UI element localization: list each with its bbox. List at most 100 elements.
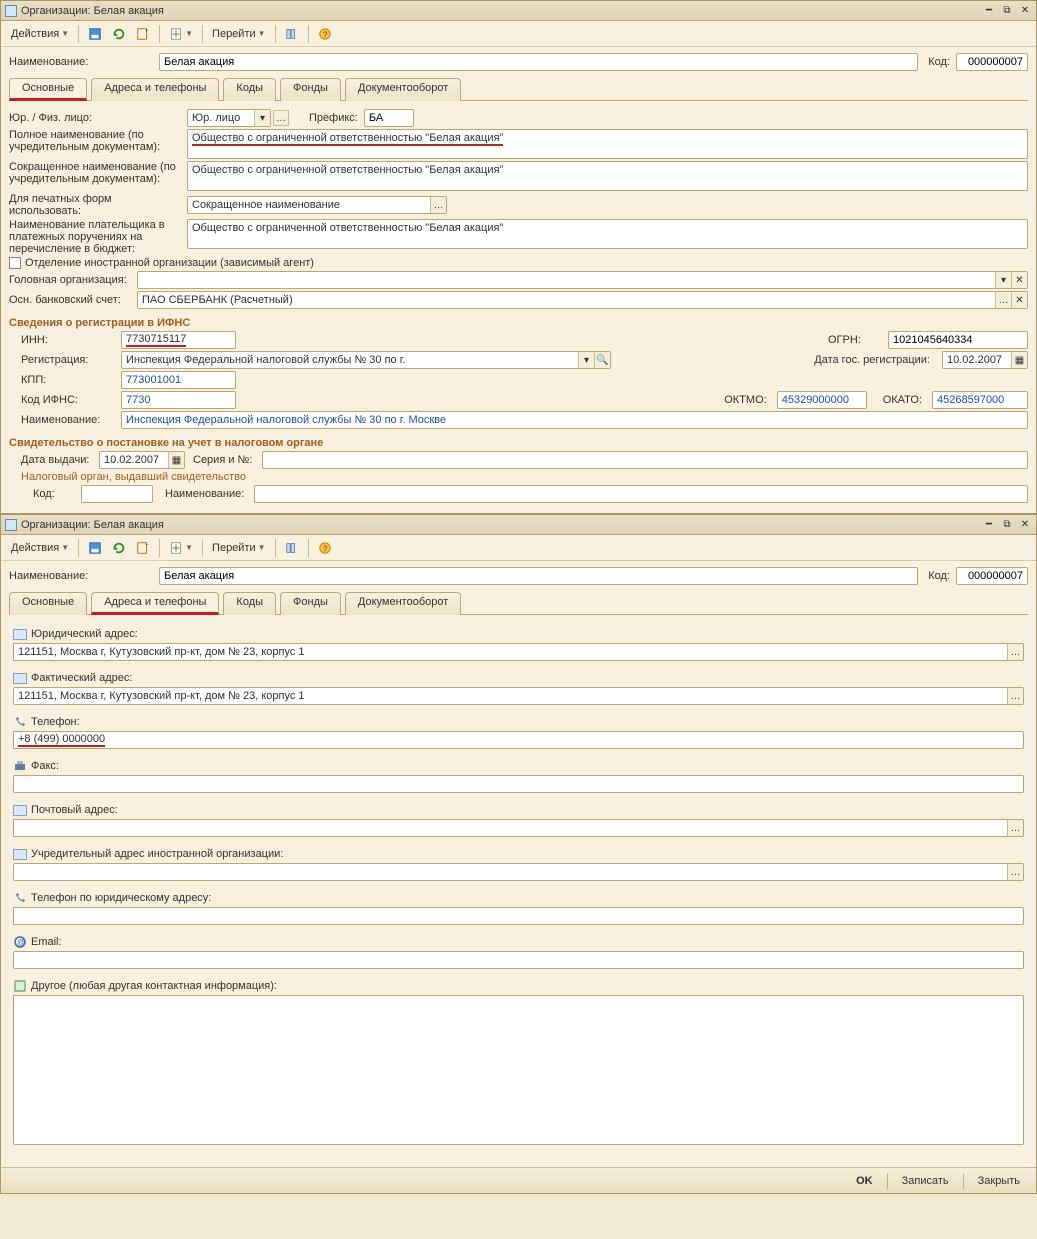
save-icon[interactable] — [84, 538, 106, 558]
code-input[interactable] — [956, 567, 1028, 585]
payer-name-input[interactable]: Общество с ограниченной ответственностью… — [187, 219, 1028, 249]
refresh-icon[interactable] — [108, 538, 130, 558]
legal-address-input[interactable]: 121151, Москва г, Кутузовский пр-кт, дом… — [13, 643, 1024, 661]
minimize-button[interactable]: ━ — [982, 518, 996, 532]
email-input[interactable] — [13, 951, 1024, 969]
ok-button[interactable]: OK — [848, 1171, 881, 1191]
bank-input[interactable]: ПАО СБЕРБАНК (Расчетный) … ✕ — [137, 291, 1028, 309]
other-input[interactable] — [13, 995, 1024, 1145]
dropdown-icon[interactable]: ▾ — [254, 110, 270, 126]
phone-label: Телефон: — [31, 716, 80, 728]
phone-legal-input[interactable] — [13, 907, 1024, 925]
tab-funds[interactable]: Фонды — [280, 592, 341, 615]
legal-type-label: Юр. / Физ. лицо: — [9, 112, 187, 124]
tab-codes[interactable]: Коды — [223, 78, 276, 101]
go-menu[interactable]: Перейти▼ — [208, 24, 270, 44]
dropdown-icon[interactable]: ▾ — [578, 352, 594, 368]
registration-select[interactable]: Инспекция Федеральной налоговой службы №… — [121, 351, 611, 369]
journal-icon[interactable] — [281, 24, 303, 44]
reg-date-input[interactable]: 10.02.2007 ▦ — [942, 351, 1028, 369]
add-icon[interactable]: + — [132, 24, 154, 44]
code-input[interactable] — [956, 53, 1028, 71]
ellipsis-button[interactable]: … — [1007, 864, 1023, 880]
legal-type-select[interactable]: Юр. лицо ▾ — [187, 109, 271, 127]
name-label: Наименование: — [9, 56, 159, 68]
maximize-button[interactable]: ⧉ — [1000, 518, 1014, 532]
kpp-input[interactable] — [121, 371, 236, 389]
actions-menu[interactable]: Действия▼ — [7, 24, 73, 44]
ellipsis-button[interactable]: … — [273, 110, 289, 126]
tax-authority-note: Налоговый орган, выдавший свидетельство — [21, 471, 1028, 483]
postal-address-input[interactable]: … — [13, 819, 1024, 837]
report-icon[interactable]: ▼ — [165, 538, 197, 558]
journal-icon[interactable] — [281, 538, 303, 558]
clear-icon[interactable]: ✕ — [1011, 272, 1027, 288]
short-name-input[interactable]: Общество с ограниченной ответственностью… — [187, 161, 1028, 191]
foreign-branch-checkbox[interactable] — [9, 257, 21, 269]
oktmo-input[interactable] — [777, 391, 867, 409]
print-forms-select[interactable]: Сокращенное наименование … — [187, 196, 447, 214]
phone-icon — [13, 715, 27, 729]
calendar-icon[interactable]: ▦ — [168, 452, 184, 468]
ifns-name-input[interactable] — [121, 411, 1028, 429]
tab-addresses[interactable]: Адреса и телефоны — [91, 78, 219, 101]
tab-addresses[interactable]: Адреса и телефоны — [91, 592, 219, 615]
help-icon[interactable]: ? — [314, 24, 336, 44]
save-icon[interactable] — [84, 24, 106, 44]
kpp-label: КПП: — [21, 374, 121, 386]
issue-date-input[interactable]: 10.02.2007 ▦ — [99, 451, 185, 469]
tax-name-input[interactable] — [254, 485, 1028, 503]
phone-legal-label: Телефон по юридическому адресу: — [31, 892, 211, 904]
head-org-input[interactable]: ▾ ✕ — [137, 271, 1028, 289]
okato-label: ОКАТО: — [883, 394, 928, 406]
tab-codes[interactable]: Коды — [223, 592, 276, 615]
add-icon[interactable]: + — [132, 538, 154, 558]
go-menu[interactable]: Перейти▼ — [208, 538, 270, 558]
prefix-input[interactable] — [364, 109, 414, 127]
ellipsis-button[interactable]: … — [1007, 644, 1023, 660]
maximize-button[interactable]: ⧉ — [1000, 4, 1014, 18]
search-icon[interactable]: 🔍 — [594, 352, 610, 368]
envelope-icon — [13, 671, 27, 685]
save-button[interactable]: Записать — [894, 1171, 957, 1191]
minimize-button[interactable]: ━ — [982, 4, 996, 18]
phone-input[interactable]: +8 (499) 0000000 — [13, 731, 1024, 749]
envelope-icon — [13, 627, 27, 641]
close-button[interactable]: ✕ — [1018, 518, 1032, 532]
tab-docflow[interactable]: Документооборот — [345, 592, 461, 615]
ogrn-input[interactable] — [888, 331, 1028, 349]
ellipsis-button[interactable]: … — [1007, 820, 1023, 836]
window-title: Организации: Белая акация — [21, 519, 164, 531]
actual-address-input[interactable]: 121151, Москва г, Кутузовский пр-кт, дом… — [13, 687, 1024, 705]
fax-input[interactable] — [13, 775, 1024, 793]
refresh-icon[interactable] — [108, 24, 130, 44]
help-icon[interactable]: ? — [314, 538, 336, 558]
tax-code-input[interactable] — [81, 485, 153, 503]
actions-menu[interactable]: Действия▼ — [7, 538, 73, 558]
serial-input[interactable] — [262, 451, 1028, 469]
tab-main[interactable]: Основные — [9, 78, 87, 101]
ifns-code-input[interactable] — [121, 391, 236, 409]
okato-input[interactable] — [932, 391, 1028, 409]
tab-main[interactable]: Основные — [9, 592, 87, 615]
ellipsis-button[interactable]: … — [430, 197, 446, 213]
dropdown-icon[interactable]: ▾ — [995, 272, 1011, 288]
ellipsis-button[interactable]: … — [995, 292, 1011, 308]
close-button[interactable]: ✕ — [1018, 4, 1032, 18]
report-icon[interactable]: ▼ — [165, 24, 197, 44]
tabs: Основные Адреса и телефоны Коды Фонды До… — [9, 77, 1028, 101]
ifns-name-label: Наименование: — [21, 414, 121, 426]
email-label: Email: — [31, 936, 62, 948]
close-button[interactable]: Закрыть — [970, 1171, 1028, 1191]
tab-docflow[interactable]: Документооборот — [345, 78, 461, 101]
clear-icon[interactable]: ✕ — [1011, 292, 1027, 308]
full-name-input[interactable]: Общество с ограниченной ответственностью… — [187, 129, 1028, 159]
tab-funds[interactable]: Фонды — [280, 78, 341, 101]
name-input[interactable] — [159, 53, 918, 71]
founding-address-input[interactable]: … — [13, 863, 1024, 881]
inn-input[interactable]: 7730715117 — [121, 331, 236, 349]
calendar-icon[interactable]: ▦ — [1011, 352, 1027, 368]
note-icon — [13, 979, 27, 993]
ellipsis-button[interactable]: … — [1007, 688, 1023, 704]
name-input[interactable] — [159, 567, 918, 585]
